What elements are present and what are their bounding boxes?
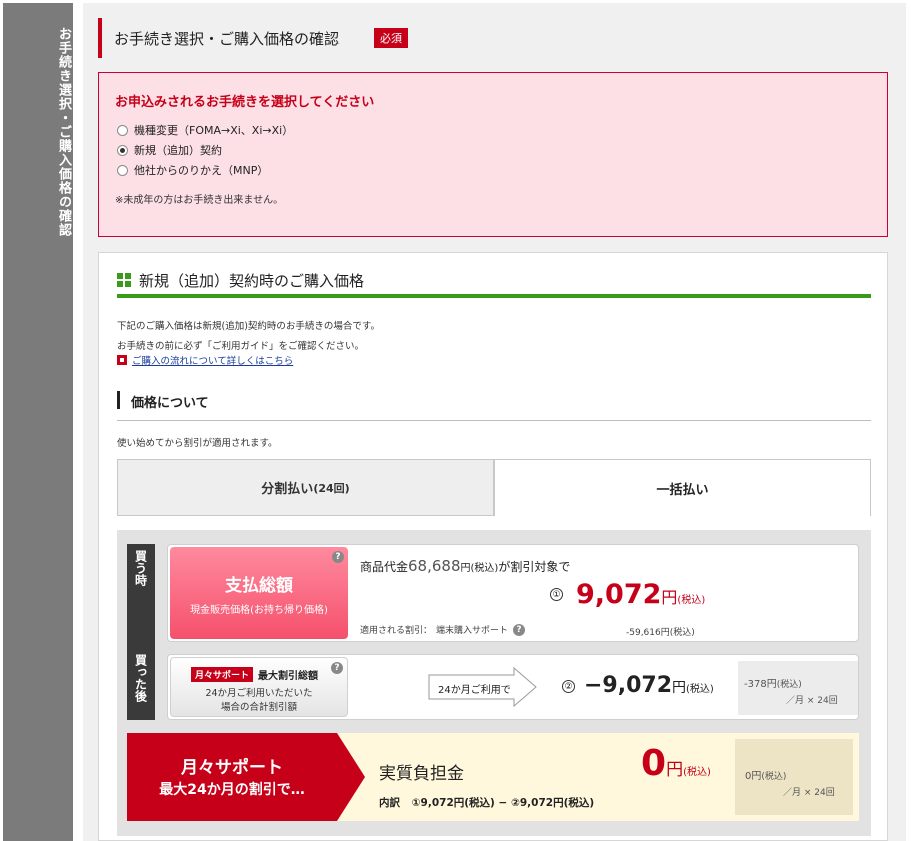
total-price-unit: 円 (661, 588, 678, 607)
product-prefix: 商品代金 (360, 560, 409, 574)
total-payment-subtitle: 現金販売価格(お持ち帰り価格) (190, 605, 328, 616)
procedure-option-mnp[interactable]: 他社からのりかえ（MNP） (117, 162, 268, 178)
phase-after: 買った後 (127, 648, 155, 720)
applied-discount-amount: -59,616円(税込) (626, 628, 695, 638)
discount-note: 使い始めてから割引が適用されます。 (117, 438, 278, 449)
total-price-value: 9,072 (576, 579, 662, 610)
purchase-flow-link[interactable]: ご購入の流れについて詳しくはこちら (117, 353, 293, 367)
monthly-per: ／月 × 24回 (786, 696, 838, 706)
monthly-discount-total: −9,072円(税込) (584, 673, 714, 698)
breakdown-line: 内訳 ①9,072円(税込) − ②9,072円(税込) (379, 795, 594, 810)
help-icon[interactable]: ? (332, 551, 344, 563)
total-payment-title: 支払総額 (225, 576, 293, 596)
purchase-flow-link-text[interactable]: ご購入の流れについて詳しくはこちら (132, 353, 293, 367)
help-icon[interactable]: ? (331, 662, 343, 674)
subheading-bar (117, 391, 120, 409)
radio-model-change[interactable] (117, 124, 128, 136)
tab-installment-label: 分割払い (261, 482, 314, 497)
price-subheading: 価格について (117, 391, 871, 421)
breakdown-value: ①9,072円(税込) − ②9,072円(税込) (411, 797, 595, 809)
total-payment-card: 支払総額 現金販売価格(お持ち帰り価格) ? 商品代金68,688円(税込)が割… (167, 544, 859, 642)
arrow-label: 24か月ご利用で (438, 685, 511, 696)
actual-cost-unit: 円 (666, 760, 684, 780)
banner-title: 月々サポート (181, 758, 283, 778)
applied-discount-line: 適用される割引： 端末購入サポート ? (360, 623, 526, 636)
radio-new-contract[interactable] (117, 144, 128, 156)
monthly-discount-tax: (税込) (686, 684, 714, 695)
monthly-support-card: 月々サポート 最大割引総額 24か月ご利用いただいた 場合の合計割引額 ? 24… (167, 654, 859, 720)
actual-monthly-note: 0円(税込) ／月 × 24回 (735, 739, 853, 815)
external-link-icon (117, 355, 127, 365)
actual-cost-price: 0円(税込) (641, 743, 711, 784)
monthly-amount: -378円(税込) (744, 679, 802, 690)
title-underline (117, 294, 871, 298)
tab-installment[interactable]: 分割払い (24回) (117, 459, 494, 516)
section-header: お手続き選択・ご購入価格の確認 必須 (98, 18, 888, 58)
actual-cost-tax: (税込) (683, 767, 711, 778)
product-price-line: 商品代金68,688円(税込)が割引対象で (360, 557, 570, 575)
circle-number-2: ② (562, 680, 575, 693)
phase-purchase: 買う時 (127, 544, 155, 658)
tab-lump-sum[interactable]: 一括払い (494, 459, 871, 516)
guide-note: お手続きの前に必ず「ご利用ガイド」をご確認ください。 (117, 341, 365, 352)
procedure-option-label: 機種変更（FOMA→Xi、Xi→Xi） (134, 124, 294, 137)
actual-cost-band: 月々サポート 最大24か月の割引で… 実質負担金 0円(税込) 内訳 ①9,07… (127, 733, 859, 821)
product-unit: 円(税込) (460, 563, 499, 574)
procedure-selection-box: お申込みされるお手続きを選択してください 機種変更（FOMA→Xi、Xi→Xi）… (98, 72, 888, 237)
applied-discount-label: 適用される割引： (360, 626, 433, 636)
procedure-heading: お申込みされるお手続きを選択してください (115, 95, 375, 110)
price-panel: 新規（追加）契約時のご購入価格 下記のご購入価格は新規(追加)契約時のお手続きの… (98, 252, 888, 841)
actual-monthly-amount: 0円(税込) (745, 771, 787, 782)
arrow-24-months: 24か月ご利用で (428, 666, 538, 708)
actual-monthly-per: ／月 × 24回 (783, 788, 835, 798)
max-discount-label: 最大割引総額 (258, 671, 319, 682)
procedure-option-label: 他社からのりかえ（MNP） (134, 164, 269, 177)
breakdown-label: 内訳 (379, 797, 400, 809)
product-suffix: が割引対象で (498, 560, 571, 574)
help-icon[interactable]: ? (513, 623, 526, 636)
monthly-support-badge: 月々サポート (191, 667, 254, 682)
monthly-discount-value: −9,072 (584, 673, 673, 698)
banner-subtitle: 最大24か月の割引で… (159, 782, 305, 798)
monthly-support-line3: 場合の合計割引額 (220, 702, 297, 713)
price-section-title: 新規（追加）契約時のご購入価格 (139, 272, 365, 290)
total-price: 9,072円(税込) (576, 579, 705, 610)
product-price: 68,688 (408, 557, 461, 575)
procedure-option-new-contract[interactable]: 新規（追加）契約 (117, 142, 222, 158)
price-breakdown-area: 買う時 買った後 支払総額 現金販売価格(お持ち帰り価格) ? 商品代金68,6… (117, 530, 871, 836)
price-description: 下記のご購入価格は新規(追加)契約時のお手続きの場合です。 (117, 321, 380, 332)
monthly-support-banner: 月々サポート 最大24か月の割引で… (127, 733, 367, 821)
tab-lump-sum-label: 一括払い (656, 482, 709, 498)
subheading-text: 価格について (131, 396, 209, 411)
monthly-discount-unit: 円 (672, 680, 687, 696)
total-price-tax: (税込) (677, 595, 706, 606)
procedure-option-model-change[interactable]: 機種変更（FOMA→Xi、Xi→Xi） (117, 122, 293, 138)
grid-icon (117, 273, 131, 287)
minor-note: ※未成年の方はお手続き出来ません。 (115, 195, 284, 206)
side-step-label: お手続き選択・ご購入価格の確認 (56, 27, 71, 237)
side-step-tab: お手続き選択・ご購入価格の確認 (3, 3, 73, 841)
required-badge: 必須 (374, 28, 408, 48)
radio-mnp[interactable] (117, 164, 128, 176)
monthly-support-button[interactable]: 月々サポート 最大割引総額 24か月ご利用いただいた 場合の合計割引額 ? (170, 657, 348, 717)
section-title: お手続き選択・ご購入価格の確認 (114, 30, 340, 48)
monthly-support-line2: 24か月ご利用いただいた (205, 688, 313, 699)
tab-installment-count: (24回) (313, 481, 350, 495)
total-payment-button[interactable]: 支払総額 現金販売価格(お持ち帰り価格) ? (170, 547, 348, 639)
actual-cost-label: 実質負担金 (379, 764, 464, 784)
section-header-bar (98, 18, 102, 58)
monthly-discount-note: -378円(税込) ／月 × 24回 (738, 661, 858, 715)
actual-cost-value: 0 (641, 743, 667, 784)
applied-discount-name: 端末購入サポート (436, 626, 509, 636)
procedure-option-label: 新規（追加）契約 (134, 144, 222, 157)
circle-number-1: ① (550, 588, 563, 601)
